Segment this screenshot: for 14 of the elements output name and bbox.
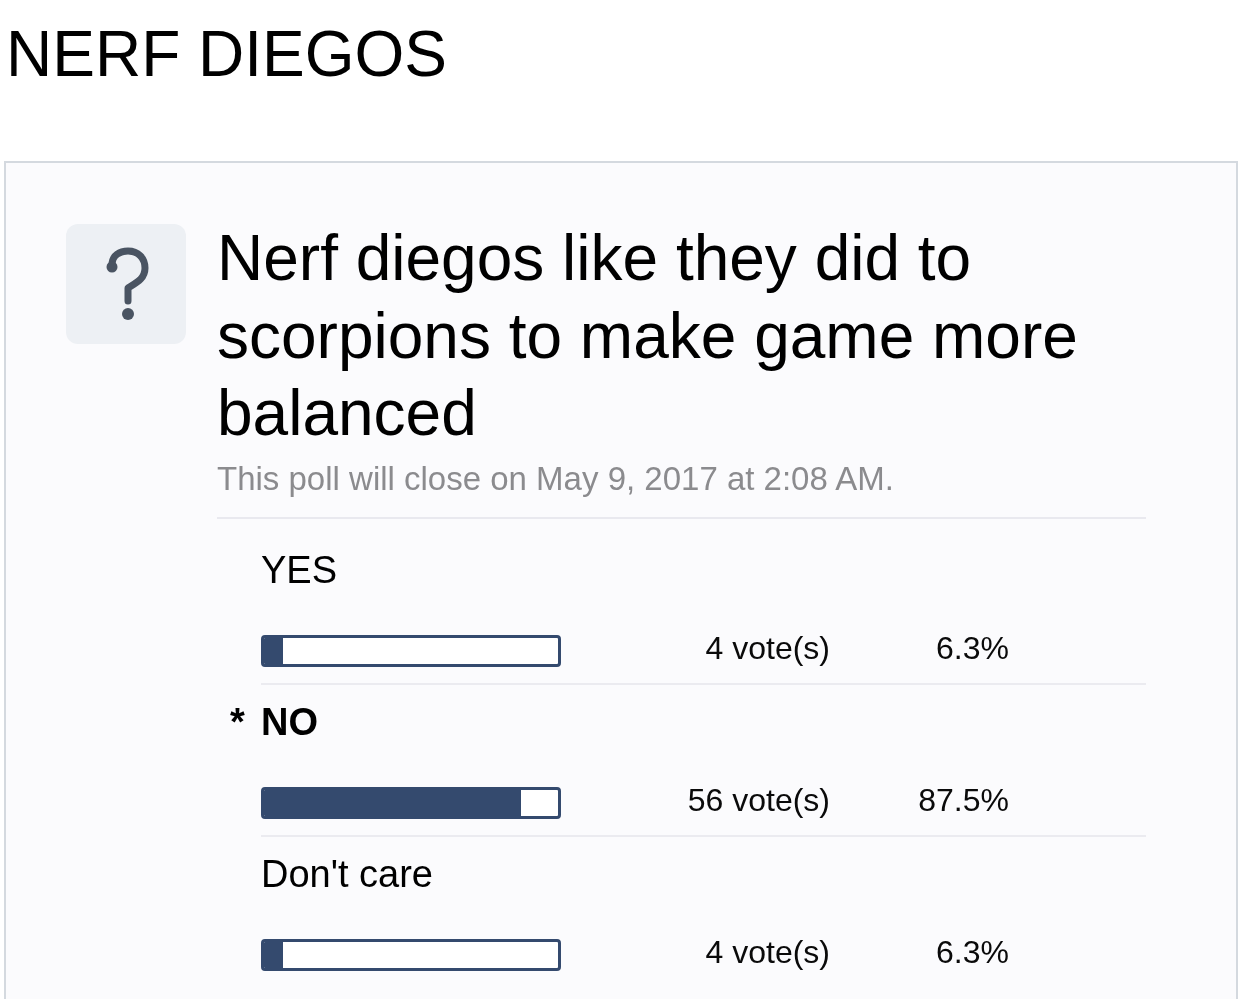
- vote-count: 56 vote(s): [686, 780, 830, 820]
- vote-count: 4 vote(s): [704, 628, 830, 668]
- vote-percent: 87.5%: [917, 780, 1009, 820]
- option-label: Don't care: [261, 851, 433, 897]
- vote-count: 4 vote(s): [704, 932, 830, 972]
- vote-percent: 6.3%: [935, 628, 1009, 668]
- option-label: NO: [261, 699, 318, 745]
- poll-closing-note: This poll will close on May 9, 2017 at 2:08 AM.: [217, 458, 895, 499]
- vote-percent: 6.3%: [935, 932, 1009, 972]
- option-label: YES: [261, 547, 338, 593]
- vote-marker: *: [230, 699, 245, 745]
- page-title: NERF DIEGOS: [5, 17, 448, 91]
- poll-question: Nerf diegos like they did to scorpions to make game more balanced: [217, 221, 1079, 451]
- question-mark-icon: [66, 224, 186, 344]
